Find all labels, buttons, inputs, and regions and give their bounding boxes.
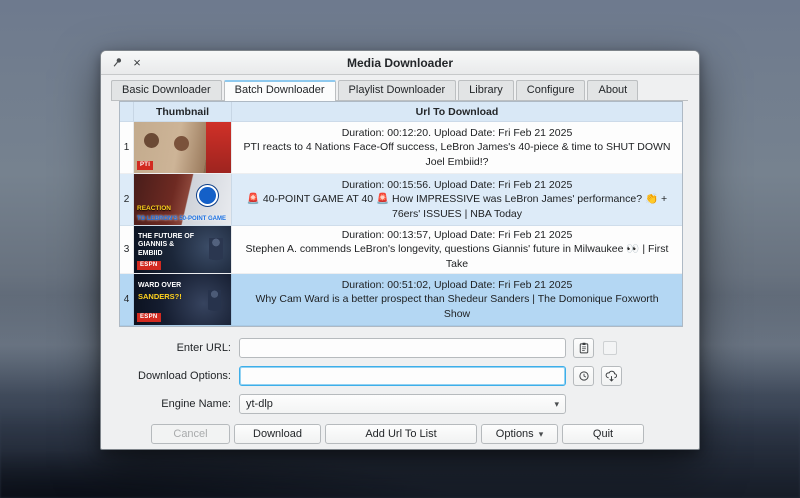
options-button-label: Options <box>496 428 534 440</box>
row-number: 3 <box>120 226 134 274</box>
engine-name-label: Engine Name: <box>131 398 231 410</box>
video-thumbnail: THE FUTURE OF GIANNIS & EMBIID ESPN <box>134 226 232 274</box>
url-input[interactable] <box>239 338 566 358</box>
column-header-thumbnail[interactable]: Thumbnail <box>134 102 232 122</box>
video-title: Stephen A. commends LeBron's longevity, … <box>242 242 672 270</box>
thumbnail-text: THE FUTURE OF GIANNIS & EMBIID <box>138 233 198 258</box>
video-duration: Duration: 00:12:20. Upload Date: Fri Feb… <box>342 126 573 140</box>
video-title: PTI reacts to 4 Nations Face-Off success… <box>242 140 672 168</box>
options-menu-button[interactable]: Options ▾ <box>481 424 558 444</box>
thumbnail-badge: ESPN <box>137 313 161 322</box>
clipboard-monitor-checkbox[interactable] <box>603 341 617 355</box>
add-url-to-list-button[interactable]: Add Url To List <box>325 424 477 444</box>
tab-basic-downloader[interactable]: Basic Downloader <box>111 80 222 100</box>
thumbnail-text: WARD OVER <box>138 282 181 289</box>
chevron-down-icon: ▾ <box>539 429 544 440</box>
row-number: 1 <box>120 122 134 174</box>
thumbnail-text: TO LEBRON'S 50-POINT GAME <box>137 216 226 222</box>
engine-selected-value: yt-dlp <box>246 398 549 410</box>
paste-clipboard-button[interactable] <box>573 338 594 358</box>
download-options-input[interactable] <box>239 366 566 386</box>
thumbnail-text: SANDERS?! <box>138 292 182 301</box>
download-options-label: Download Options: <box>131 370 231 382</box>
video-info: Duration: 00:15:56. Upload Date: Fri Feb… <box>232 174 682 226</box>
app-window: × Media Downloader Basic Downloader Batc… <box>100 50 700 450</box>
video-thumbnail: REACTION TO LEBRON'S 50-POINT GAME <box>134 174 232 226</box>
engine-select[interactable]: yt-dlp ▾ <box>239 394 566 414</box>
close-icon[interactable]: × <box>129 55 145 71</box>
video-info: Duration: 00:13:57, Upload Date: Fri Feb… <box>232 226 682 274</box>
enter-url-label: Enter URL: <box>131 342 231 354</box>
thumbnail-text: REACTION <box>137 205 171 212</box>
action-button-row: Cancel Download Add Url To List Options … <box>151 424 644 444</box>
tab-batch-downloader[interactable]: Batch Downloader <box>224 80 336 101</box>
video-title: Why Cam Ward is a better prospect than S… <box>242 292 672 320</box>
column-header-url[interactable]: Url To Download <box>232 102 682 122</box>
corner-header <box>120 102 134 122</box>
desktop-background: × Media Downloader Basic Downloader Batc… <box>0 0 800 498</box>
chevron-down-icon: ▾ <box>554 399 559 410</box>
thumbnail-graphic <box>197 185 218 206</box>
thumbnail-badge: PTI <box>137 161 153 170</box>
video-info: Duration: 00:12:20. Upload Date: Fri Feb… <box>232 122 682 174</box>
video-duration: Duration: 00:15:56. Upload Date: Fri Feb… <box>342 178 573 192</box>
row-number: 4 <box>120 274 134 326</box>
titlebar[interactable]: × Media Downloader <box>101 51 699 75</box>
quit-button[interactable]: Quit <box>562 424 644 444</box>
download-list-table: Thumbnail Url To Download 1 PTI Duration… <box>119 101 683 327</box>
video-duration: Duration: 00:51:02, Upload Date: Fri Feb… <box>342 278 573 292</box>
window-title: Media Downloader <box>101 56 699 70</box>
video-thumbnail: WARD OVER SANDERS?! ESPN <box>134 274 232 326</box>
pin-icon[interactable] <box>109 55 125 71</box>
tab-playlist-downloader[interactable]: Playlist Downloader <box>338 80 457 100</box>
tab-library[interactable]: Library <box>458 80 514 100</box>
clipboard-icon <box>578 342 590 354</box>
download-button[interactable]: Download <box>234 424 321 444</box>
cancel-button[interactable]: Cancel <box>151 424 230 444</box>
thumbnail-badge: ESPN <box>137 261 161 270</box>
cloud-download-icon <box>605 370 618 383</box>
tab-about[interactable]: About <box>587 80 638 100</box>
video-info: Duration: 00:51:02, Upload Date: Fri Feb… <box>232 274 682 326</box>
options-history-button[interactable] <box>573 366 594 386</box>
tab-bar: Basic Downloader Batch Downloader Playli… <box>111 79 688 101</box>
row-number: 2 <box>120 174 134 226</box>
download-defaults-button[interactable] <box>601 366 622 386</box>
history-clock-icon <box>578 370 590 382</box>
tab-configure[interactable]: Configure <box>516 80 586 100</box>
video-thumbnail: PTI <box>134 122 232 174</box>
video-duration: Duration: 00:13:57, Upload Date: Fri Feb… <box>342 228 573 242</box>
video-title: 🚨 40-POINT GAME AT 40 🚨 How IMPRESSIVE w… <box>242 192 672 220</box>
